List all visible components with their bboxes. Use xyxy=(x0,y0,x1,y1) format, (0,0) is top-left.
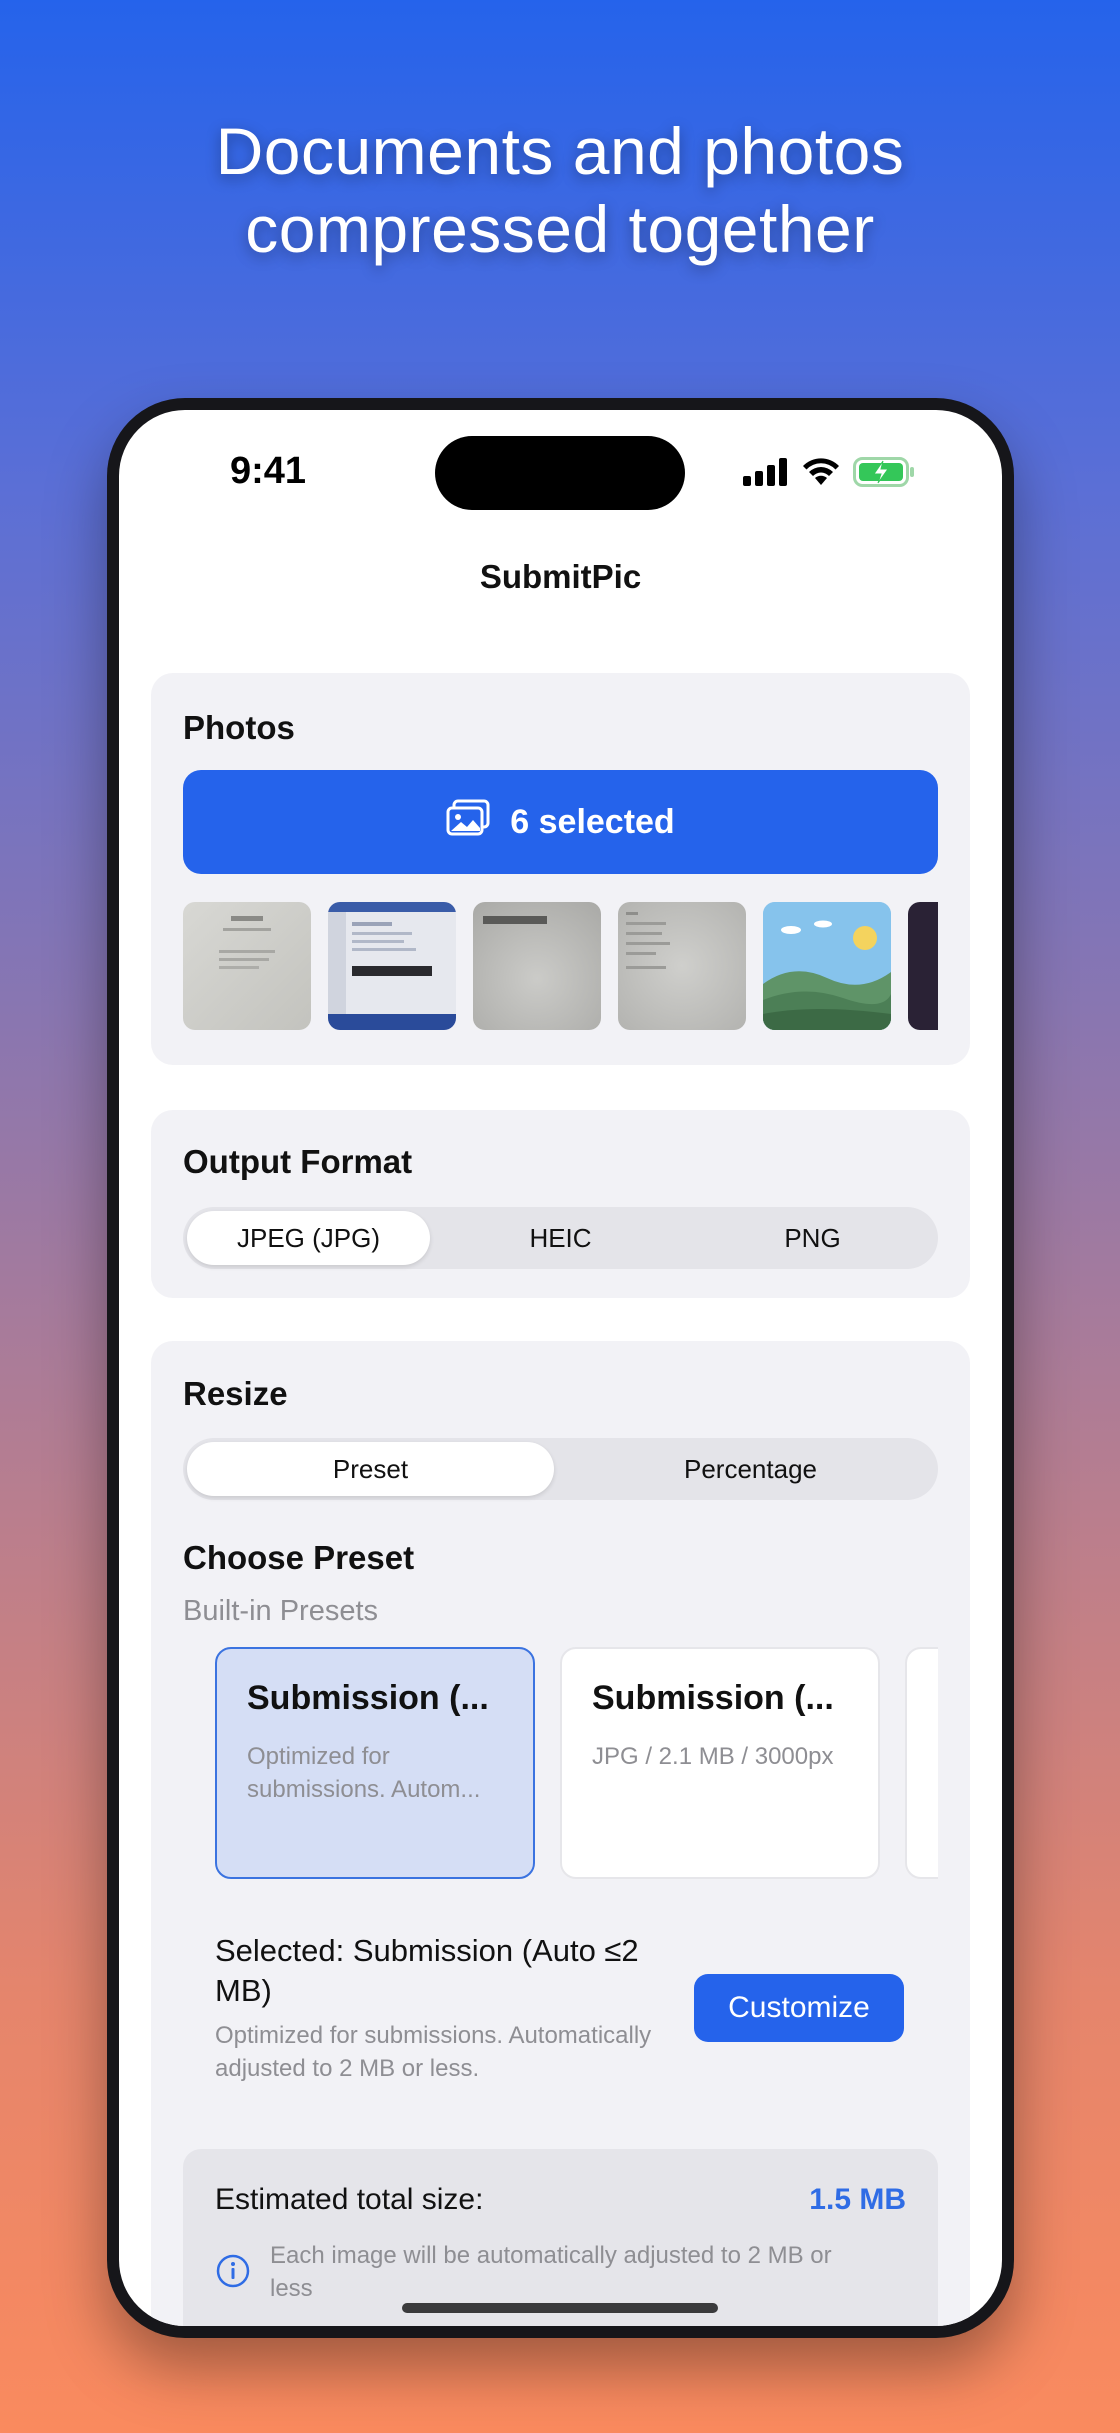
choose-preset-title: Choose Preset xyxy=(183,1539,415,1576)
preset-title: Submission (... xyxy=(247,1679,489,1717)
select-photos-button[interactable]: 6 selected xyxy=(183,770,938,874)
resize-card: Resize Preset Percentage Choose Preset B… xyxy=(151,1341,970,2326)
headline-line-2: compressed together xyxy=(245,192,875,266)
photo-library-icon xyxy=(446,799,490,846)
format-option-heic[interactable]: HEIC xyxy=(439,1211,682,1265)
info-icon xyxy=(215,2253,251,2294)
select-photos-label: 6 selected xyxy=(510,802,675,841)
preset-carousel[interactable]: Submission (... Optimized for submission… xyxy=(183,1647,938,1883)
customize-button[interactable]: Customize xyxy=(694,1974,904,2042)
preset-card-2-1mb[interactable]: Submission (... JPG / 2.1 MB / 3000px xyxy=(560,1647,880,1879)
preset-description: Optimized for submissions. Autom... xyxy=(247,1743,481,1803)
app-title: SubmitPic xyxy=(479,558,642,595)
resize-mode-segmented-control: Preset Percentage xyxy=(183,1438,938,1500)
preset-title: Submission (... xyxy=(592,1679,834,1717)
phone-screen: 9:41 SubmitPic Photos 6 selected Output … xyxy=(119,410,1002,2326)
thumbnail-landscape[interactable] xyxy=(763,902,891,1030)
preset-card-auto-2mb[interactable]: Submission (... Optimized for submission… xyxy=(215,1647,535,1879)
thumbnail-document-3[interactable] xyxy=(618,902,746,1030)
estimate-label: Estimated total size: xyxy=(215,2183,484,2216)
resize-mode-preset[interactable]: Preset xyxy=(187,1442,554,1496)
headline-line-1: Documents and photos xyxy=(215,114,905,188)
preset-card-partial[interactable] xyxy=(905,1647,938,1879)
thumbnail-document-1[interactable] xyxy=(183,902,311,1030)
dynamic-island xyxy=(435,436,685,510)
builtin-presets-label: Built-in Presets xyxy=(183,1595,379,1627)
resize-title: Resize xyxy=(183,1375,288,1412)
cellular-signal-icon xyxy=(743,457,789,491)
thumbnail-dark-photo[interactable] xyxy=(908,902,938,1030)
status-icons xyxy=(743,456,915,492)
battery-charging-icon xyxy=(853,456,915,492)
home-indicator xyxy=(402,2303,718,2313)
output-format-card: Output Format JPEG (JPG) HEIC PNG xyxy=(151,1110,970,1298)
headline: Documents and photos compressed together xyxy=(0,112,1120,268)
selected-preset-title: Selected: Submission (Auto ≤2 MB) xyxy=(215,1933,639,2008)
thumbnail-screenshot[interactable] xyxy=(328,902,456,1030)
output-format-title: Output Format xyxy=(183,1143,413,1180)
status-time: 9:41 xyxy=(229,450,307,492)
format-segmented-control: JPEG (JPG) HEIC PNG xyxy=(183,1207,938,1269)
estimate-value: 1.5 MB xyxy=(809,2183,906,2216)
estimate-panel: Estimated total size: 1.5 MB Each image … xyxy=(183,2149,938,2326)
photos-card: Photos 6 selected xyxy=(151,673,970,1065)
thumbnail-strip[interactable] xyxy=(183,902,938,1030)
selected-preset-description: Optimized for submissions. Automatically… xyxy=(215,2022,652,2082)
thumbnail-document-2[interactable] xyxy=(473,902,601,1030)
estimate-note: Each image will be automatically adjuste… xyxy=(270,2242,832,2302)
resize-mode-percentage[interactable]: Percentage xyxy=(567,1442,934,1496)
preset-description: JPG / 2.1 MB / 3000px xyxy=(592,1743,834,1770)
format-option-png[interactable]: PNG xyxy=(691,1211,934,1265)
wifi-icon xyxy=(801,457,841,492)
format-option-jpeg[interactable]: JPEG (JPG) xyxy=(187,1211,430,1265)
phone-frame: 9:41 SubmitPic Photos 6 selected Output … xyxy=(107,398,1014,2338)
photos-title: Photos xyxy=(183,709,295,746)
